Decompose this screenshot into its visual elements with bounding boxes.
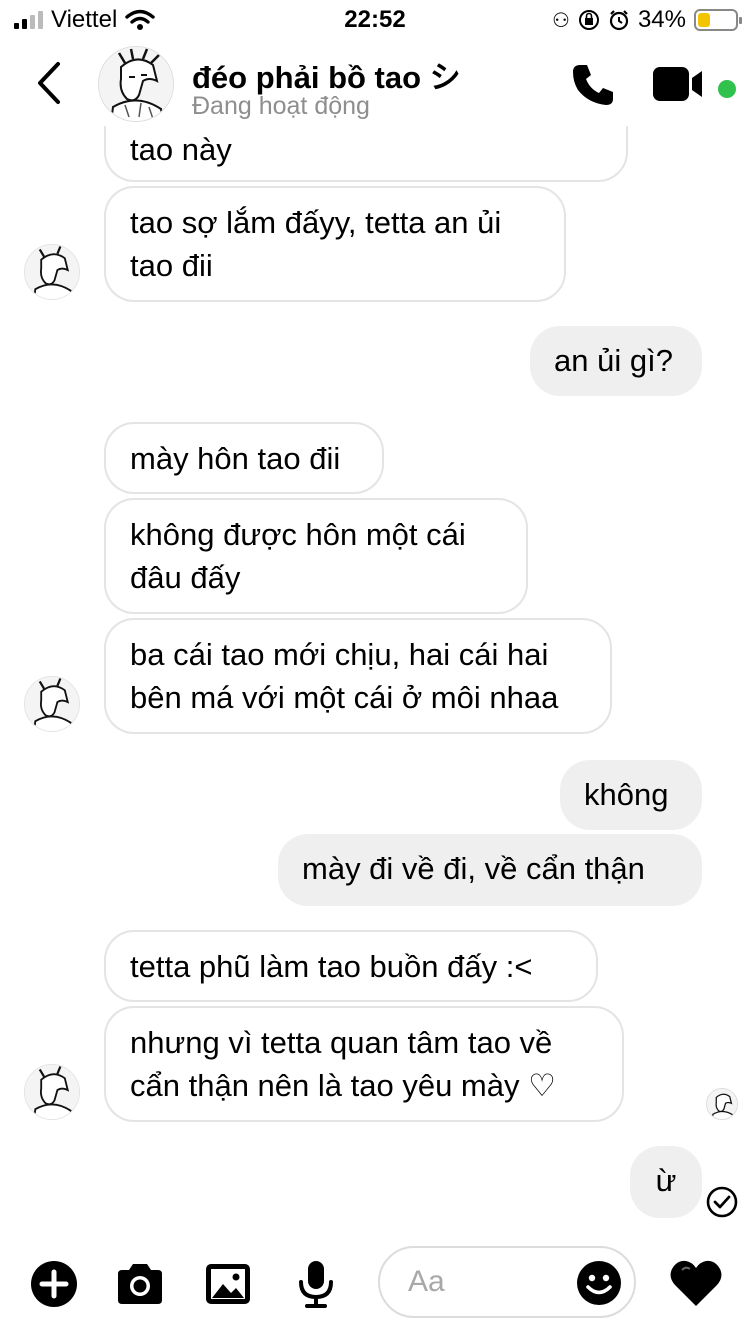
online-indicator	[718, 80, 736, 98]
composer-bar: Aa	[0, 1236, 750, 1334]
message-bubble-received[interactable]: tao này	[104, 126, 628, 182]
sender-avatar[interactable]	[24, 1064, 80, 1120]
chat-header: đéo phải bồ tao シ Đang hoạt động	[0, 40, 750, 126]
avatar-sketch-icon	[25, 677, 79, 731]
message-bubble-received[interactable]: tao sợ lắm đấyy, tetta an ủi tao đii	[104, 186, 566, 302]
chevron-left-icon[interactable]	[30, 60, 70, 106]
message-bubble-received[interactable]: mày hôn tao đii	[104, 422, 384, 494]
orientation-lock-icon	[578, 10, 599, 30]
message-bubble-received[interactable]: không được hôn một cái đâu đấy	[104, 498, 528, 614]
image-icon[interactable]	[202, 1258, 254, 1310]
message-bubble-sent[interactable]: ừ	[630, 1146, 702, 1218]
avatar-sketch-icon	[25, 1065, 79, 1119]
phone-icon[interactable]	[570, 62, 616, 108]
seen-avatar	[706, 1088, 738, 1120]
message-bubble-sent[interactable]: mày đi về đi, về cẩn thận	[278, 834, 702, 906]
contact-avatar[interactable]	[98, 46, 174, 122]
message-bubble-received[interactable]: tetta phũ làm tao buồn đấy :<	[104, 930, 598, 1002]
avatar-sketch-icon	[99, 47, 173, 121]
camera-icon[interactable]	[114, 1258, 166, 1310]
microphone-icon[interactable]	[290, 1258, 342, 1310]
message-bubble-sent[interactable]: an ủi gì?	[530, 326, 702, 396]
avatar-sketch-icon	[25, 245, 79, 299]
smiley-icon[interactable]	[574, 1258, 624, 1308]
message-bubble-sent[interactable]: không	[560, 760, 702, 830]
plus-circle-icon[interactable]	[28, 1258, 80, 1310]
status-right: ⚇ 34%	[552, 6, 742, 34]
message-bubble-received[interactable]: nhưng vì tetta quan tâm tao về cẩn thận …	[104, 1006, 624, 1122]
avatar-sketch-icon	[707, 1089, 737, 1119]
message-input-placeholder: Aa	[408, 1265, 445, 1298]
battery-percent: 34%	[637, 6, 686, 33]
delivered-check-icon	[706, 1186, 738, 1218]
battery-icon	[694, 9, 742, 31]
contact-status: Đang hoạt động	[192, 92, 370, 120]
heart-icon[interactable]	[668, 1258, 724, 1310]
video-camera-icon[interactable]	[652, 66, 708, 102]
sender-avatar[interactable]	[24, 244, 80, 300]
sender-avatar[interactable]	[24, 676, 80, 732]
contact-name[interactable]: đéo phải bồ tao シ	[192, 52, 461, 97]
alarm-icon	[609, 10, 629, 31]
message-list[interactable]: tao này tao sợ lắm đấyy, tetta an ủi tao…	[0, 126, 750, 1236]
status-bar: Viettel 22:52 ⚇ 34%	[0, 0, 750, 40]
message-bubble-received[interactable]: ba cái tao mới chịu, hai cái hai bên má …	[104, 618, 612, 734]
battery-fill	[698, 13, 711, 27]
message-input[interactable]: Aa	[378, 1246, 636, 1318]
misc-status-icon: ⚇	[552, 9, 570, 32]
